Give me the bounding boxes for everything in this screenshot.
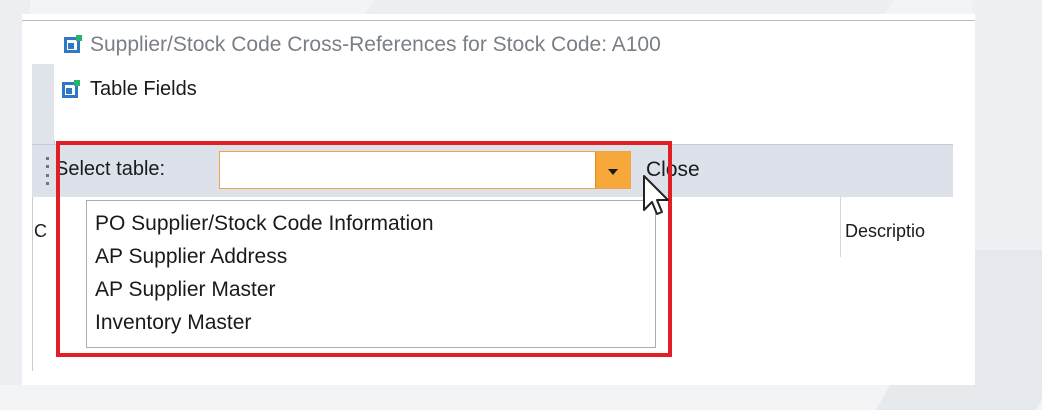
table-fields-icon xyxy=(62,79,80,98)
panel-title-row: Table Fields xyxy=(62,78,197,101)
window-title-bar: Supplier/Stock Code Cross-References for… xyxy=(64,30,661,60)
grid-column-header-description[interactable]: Descriptio xyxy=(845,221,925,242)
grid-left-border xyxy=(32,197,33,371)
app-icon xyxy=(64,35,82,53)
window-title: Supplier/Stock Code Cross-References for… xyxy=(90,33,661,56)
previous-window-edge xyxy=(22,14,975,21)
toolbar-grip-icon[interactable] xyxy=(46,157,50,185)
grid-column-header-name[interactable]: C xyxy=(34,221,47,242)
grid-column-separator[interactable] xyxy=(840,197,841,257)
panel-title: Table Fields xyxy=(90,78,197,100)
panel-header: Table Fields xyxy=(54,64,953,140)
highlight-rectangle xyxy=(56,141,672,357)
mouse-pointer-icon xyxy=(643,175,669,215)
